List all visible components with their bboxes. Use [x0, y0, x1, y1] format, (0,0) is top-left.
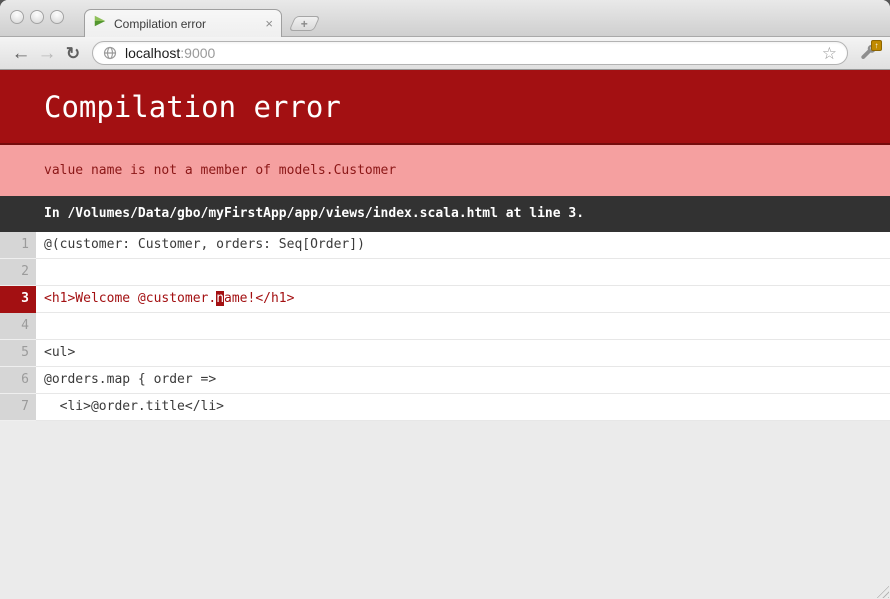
- line-number: 4: [0, 313, 36, 340]
- error-message: value name is not a member of models.Cus…: [0, 145, 890, 196]
- code-line: 1 @(customer: Customer, orders: Seq[Orde…: [0, 232, 890, 259]
- line-text: @orders.map { order =>: [36, 367, 216, 393]
- window-controls: [10, 10, 64, 24]
- line-text-pre: <h1>Welcome @customer.: [44, 291, 216, 306]
- line-number: 5: [0, 340, 36, 367]
- resize-grip-icon[interactable]: [875, 584, 889, 598]
- play-framework-favicon-icon: [93, 14, 107, 33]
- line-text: <li>@order.title</li>: [36, 394, 224, 420]
- window-titlebar: Compilation error × +: [0, 0, 890, 37]
- browser-toolbar: ← → ↻ localhost:9000 ☆ ↑: [0, 37, 890, 70]
- reload-button[interactable]: ↻: [60, 45, 86, 62]
- window-minimize-button[interactable]: [30, 10, 44, 24]
- new-tab-button[interactable]: +: [289, 16, 321, 31]
- line-number: 3: [0, 286, 36, 313]
- window-close-button[interactable]: [10, 10, 24, 24]
- code-line: 7 <li>@order.title</li>: [0, 394, 890, 421]
- line-number: 1: [0, 232, 36, 259]
- code-line: 6 @orders.map { order =>: [0, 367, 890, 394]
- url-text: localhost:9000: [125, 45, 215, 61]
- error-page: Compilation error value name is not a me…: [0, 70, 890, 421]
- line-text: @(customer: Customer, orders: Seq[Order]…: [36, 232, 365, 258]
- plus-icon: +: [301, 18, 308, 30]
- error-marker: n: [216, 291, 224, 306]
- line-text: <h1>Welcome @customer.name!</h1>: [36, 286, 294, 312]
- code-line-error: 3 <h1>Welcome @customer.name!</h1>: [0, 286, 890, 313]
- url-host: localhost: [125, 45, 180, 61]
- browser-tab[interactable]: Compilation error ×: [84, 9, 282, 37]
- error-location: In /Volumes/Data/gbo/myFirstApp/app/view…: [0, 196, 890, 232]
- page-title: Compilation error: [0, 70, 890, 145]
- update-badge-icon: ↑: [871, 40, 882, 51]
- line-number: 7: [0, 394, 36, 421]
- tab-title: Compilation error: [114, 17, 258, 31]
- code-line: 2: [0, 259, 890, 286]
- bookmark-star-icon[interactable]: ☆: [822, 45, 837, 62]
- line-text: <ul>: [36, 340, 75, 366]
- code-line: 5 <ul>: [0, 340, 890, 367]
- url-port: :9000: [180, 45, 215, 61]
- window-zoom-button[interactable]: [50, 10, 64, 24]
- line-text-post: ame!</h1>: [224, 291, 294, 306]
- wrench-menu-icon[interactable]: ↑: [854, 41, 882, 65]
- forward-button[interactable]: →: [34, 44, 60, 63]
- line-text: [36, 313, 44, 339]
- code-listing: 1 @(customer: Customer, orders: Seq[Orde…: [0, 232, 890, 421]
- back-button[interactable]: ←: [8, 44, 34, 63]
- globe-icon: [103, 46, 117, 60]
- line-number: 6: [0, 367, 36, 394]
- browser-window: Compilation error × + ← → ↻ localhost:90…: [0, 0, 890, 599]
- tab-close-icon[interactable]: ×: [265, 17, 273, 30]
- code-line: 4: [0, 313, 890, 340]
- line-number: 2: [0, 259, 36, 286]
- line-text: [36, 259, 44, 285]
- address-bar[interactable]: localhost:9000 ☆: [92, 41, 848, 65]
